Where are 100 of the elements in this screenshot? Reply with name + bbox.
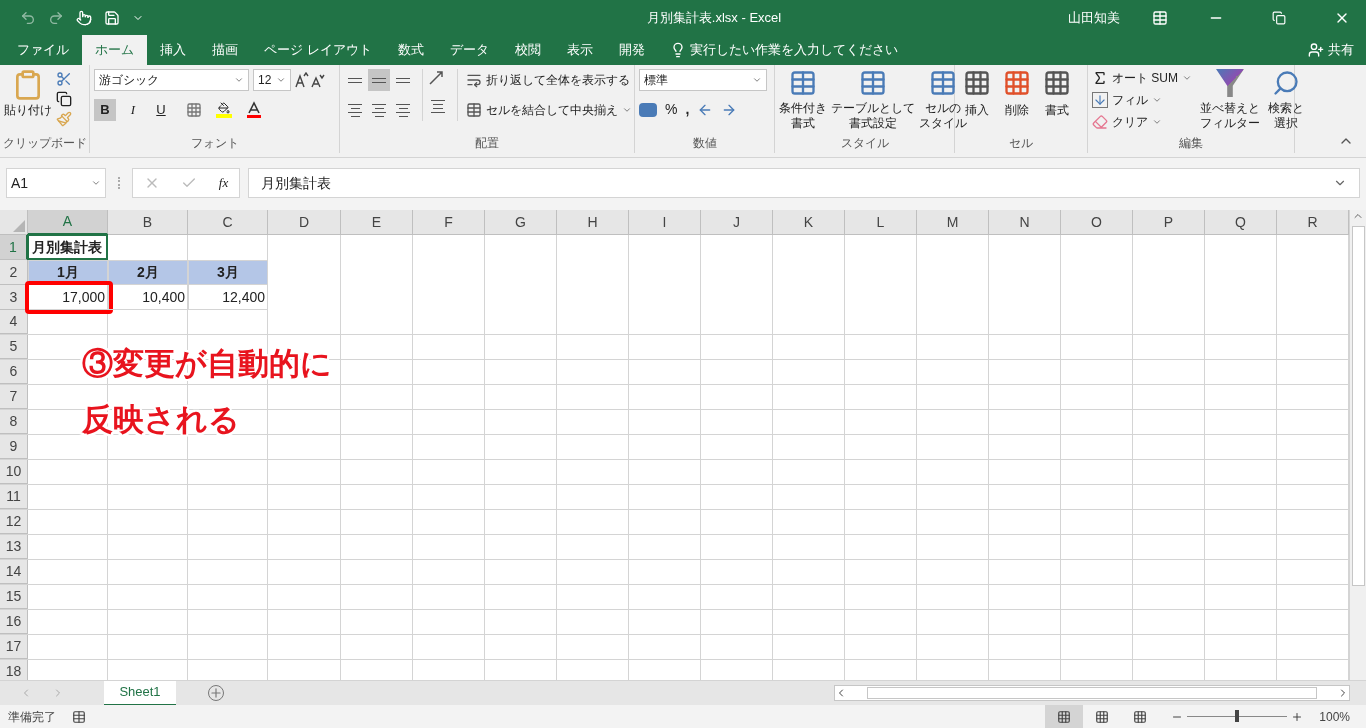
new-sheet-icon[interactable]	[208, 685, 224, 701]
scrollbar-thumb[interactable]	[867, 687, 1317, 699]
font-style-button[interactable]: B	[94, 99, 116, 121]
ribbon-tab[interactable]: ページ レイアウト	[251, 35, 385, 65]
formula-field[interactable]: 月別集計表	[248, 168, 1360, 198]
font-style-button[interactable]: U	[150, 99, 172, 121]
column-header[interactable]: B	[108, 210, 188, 235]
tell-me-field[interactable]: 実行したい作業を入力してください	[689, 40, 910, 60]
row-header[interactable]: 14	[0, 560, 28, 584]
row-header[interactable]: 13	[0, 535, 28, 559]
copy-icon[interactable]	[56, 91, 72, 107]
ribbon-display-icon[interactable]	[1152, 9, 1168, 26]
column-header[interactable]: K	[773, 210, 845, 235]
table-style-icon	[789, 69, 817, 97]
column-header[interactable]: N	[989, 210, 1061, 235]
row-header[interactable]: 8	[0, 410, 28, 434]
touch-mode-icon[interactable]	[76, 9, 92, 26]
column-header[interactable]: I	[629, 210, 701, 235]
fill-down-icon	[1092, 92, 1108, 108]
view-icon	[1133, 709, 1148, 724]
column-header[interactable]: D	[268, 210, 341, 235]
style-button[interactable]: 条件付き 書式	[779, 69, 827, 131]
ribbon-tab[interactable]: 表示	[553, 35, 606, 65]
row-header[interactable]: 5	[0, 335, 28, 359]
merge-center-button[interactable]: セルを結合して中央揃え	[466, 99, 632, 121]
wrap-text-button[interactable]: 折り返して全体を表示する	[466, 69, 632, 91]
grow-font-icon[interactable]	[295, 72, 325, 88]
font-name-field[interactable]: 游ゴシック	[94, 69, 249, 91]
view-button[interactable]	[1045, 705, 1084, 728]
comma-button[interactable]: ,	[685, 99, 690, 120]
borders-icon[interactable]	[186, 102, 202, 118]
row-header[interactable]: 17	[0, 635, 28, 659]
column-header[interactable]: H	[557, 210, 629, 235]
column-header[interactable]: L	[845, 210, 917, 235]
zoom-slider-thumb[interactable]	[1235, 710, 1240, 722]
ribbon-tab[interactable]: 数式	[384, 35, 437, 65]
fill-button[interactable]: フィル	[1092, 91, 1192, 109]
row-header[interactable]: 3	[0, 285, 28, 310]
cells-button[interactable]: 挿入	[963, 69, 991, 119]
name-box[interactable]: A1	[6, 168, 106, 198]
font-style-button[interactable]: I	[122, 99, 144, 121]
cells-button[interactable]: 削除	[1003, 69, 1031, 119]
sheet-cell[interactable]: 10,400	[108, 285, 188, 310]
row-header[interactable]: 6	[0, 360, 28, 384]
font-size-field[interactable]: 12	[253, 69, 291, 91]
cut-icon[interactable]	[56, 71, 72, 87]
share-button[interactable]: 共有	[1328, 40, 1354, 60]
zoom-in-icon[interactable]	[1291, 710, 1304, 723]
clear-button[interactable]: クリア	[1092, 113, 1192, 131]
ribbon-tab[interactable]: 挿入	[147, 35, 199, 65]
row-header[interactable]: 11	[0, 485, 28, 509]
style-button[interactable]: テーブルとして 書式設定	[831, 69, 915, 131]
sheet-cell[interactable]: 2月	[108, 260, 188, 285]
group-label: 数値	[692, 135, 717, 152]
caret-icon	[622, 105, 632, 115]
column-header[interactable]: C	[188, 210, 268, 235]
column-header[interactable]: E	[341, 210, 413, 235]
row-header[interactable]: 12	[0, 510, 28, 534]
row-header[interactable]: 10	[0, 460, 28, 484]
row-header[interactable]: 16	[0, 610, 28, 634]
column-header[interactable]: P	[1133, 210, 1205, 235]
row-header[interactable]: 15	[0, 585, 28, 609]
row-header[interactable]: 7	[0, 385, 28, 409]
font-color-icon[interactable]	[246, 101, 262, 119]
number-format-field[interactable]: 標準	[639, 69, 767, 91]
view-icon	[1057, 709, 1072, 724]
column-header[interactable]: J	[701, 210, 773, 235]
sheet-cell[interactable]: 12,400	[188, 285, 268, 310]
column-header[interactable]: Q	[1205, 210, 1277, 235]
ribbon-tab[interactable]: データ	[436, 35, 502, 65]
ribbon-tab[interactable]: 校閲	[501, 35, 554, 65]
find-select-button[interactable]: 検索と 選択	[1268, 69, 1304, 131]
column-header[interactable]: M	[917, 210, 989, 235]
sheet-tab[interactable]: Sheet1	[104, 680, 176, 706]
insert-function-button[interactable]: fx	[218, 173, 229, 193]
paste-button[interactable]: 貼り付け	[4, 69, 52, 127]
cells-button[interactable]: 書式	[1043, 69, 1071, 119]
ribbon-tab[interactable]: ホーム	[82, 35, 147, 65]
row-header[interactable]: 2	[0, 260, 28, 285]
vertical-align-icon[interactable]	[368, 69, 390, 91]
row-header[interactable]: 18	[0, 660, 28, 680]
column-header[interactable]: A	[28, 210, 108, 235]
column-header[interactable]: G	[485, 210, 557, 235]
ribbon-tab[interactable]: 描画	[199, 35, 251, 65]
restore-icon[interactable]	[1272, 10, 1286, 25]
column-header[interactable]: O	[1061, 210, 1133, 235]
percent-button[interactable]: %	[665, 99, 678, 120]
scrollbar-thumb[interactable]	[1351, 226, 1365, 586]
row-header[interactable]: 1	[0, 235, 28, 260]
sheet-cell[interactable]: 3月	[188, 260, 268, 285]
column-header[interactable]: F	[413, 210, 485, 235]
row-header[interactable]: 4	[0, 310, 28, 334]
row-header[interactable]: 9	[0, 435, 28, 459]
fill-color-icon[interactable]	[216, 102, 232, 118]
autosum-button[interactable]: オート SUM	[1092, 69, 1192, 87]
sort-filter-button[interactable]: 並べ替えと フィルター	[1200, 69, 1260, 131]
save-icon[interactable]	[104, 9, 120, 26]
ribbon-tab[interactable]: 開発	[605, 35, 658, 65]
ribbon-tab[interactable]: ファイル	[4, 35, 82, 65]
horizontal-scrollbar[interactable]	[834, 685, 1350, 701]
